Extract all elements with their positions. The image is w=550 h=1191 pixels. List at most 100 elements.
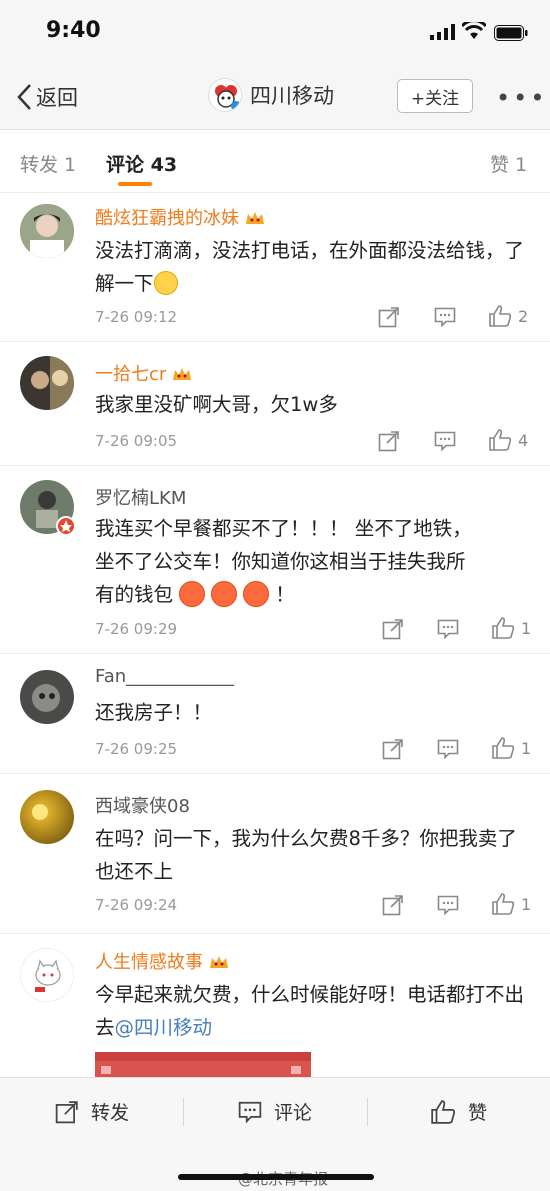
comment-author[interactable]: 人生情感故事: [95, 948, 229, 974]
share-button[interactable]: [382, 618, 404, 640]
angry-emoji-icon: [211, 581, 238, 607]
comment-item: 罗忆楠LKM 我连买个早餐都买不了！！！ 坐不了地铁， 坐不了公交车！你知道你这…: [0, 466, 550, 654]
share-button[interactable]: [378, 306, 400, 328]
comment-text: 在吗？问一下，我为什么欠费8千多？你把我卖了也还不上: [95, 827, 517, 883]
reply-button[interactable]: [437, 895, 459, 915]
reply-button[interactable]: [434, 431, 456, 451]
comment-text: 没法打滴滴，没法打电话，在外面都没法给钱，了解一下: [95, 239, 525, 295]
comment-author[interactable]: Fan____________: [95, 666, 234, 687]
comment-time: 7-26 09:24: [95, 896, 178, 914]
avatar[interactable]: [20, 204, 74, 258]
like-count: 4: [518, 430, 529, 450]
share-button[interactable]: [378, 430, 400, 452]
comment-text: 还我房子！！: [95, 701, 213, 724]
like-button[interactable]: 1: [491, 893, 531, 915]
battery-icon: [494, 25, 528, 41]
avatar[interactable]: [20, 356, 74, 410]
thumbs-up-icon: [492, 893, 515, 915]
comment-time: 7-26 09:05: [95, 432, 178, 450]
comment-label: 评论: [274, 1102, 313, 1124]
like-count: 1: [521, 618, 532, 638]
repost-button[interactable]: 转发: [55, 1098, 129, 1125]
account-logo: [208, 78, 242, 112]
comment-text: 我连买个早餐都买不了！！！ 坐不了地铁， 坐不了公交车！你知道你这相当于挂失我所…: [95, 517, 472, 607]
comment-icon: [238, 1101, 262, 1123]
like-label: 赞: [468, 1102, 488, 1124]
home-indicator[interactable]: [178, 1174, 374, 1180]
more-options-icon[interactable]: •••: [496, 84, 547, 112]
share-button[interactable]: [382, 894, 404, 916]
thumbs-up-icon: [492, 617, 515, 639]
angry-emoji-icon: [243, 581, 270, 607]
nav-bar: 返回 四川移动 +关注 •••: [0, 62, 550, 130]
smile-emoji-icon: [153, 271, 178, 295]
comment-time: 7-26 09:12: [95, 308, 178, 326]
share-button[interactable]: [382, 738, 404, 760]
bottom-action-bar: 转发 评论 赞 @北京青年报: [0, 1077, 550, 1191]
share-icon: [382, 895, 403, 916]
like-button[interactable]: 1: [491, 617, 531, 639]
comment-item: 酷炫狂霸拽的冰妹 没法打滴滴，没法打电话，在外面都没法给钱，了解一下 7-26 …: [0, 194, 550, 342]
like-count: 2: [518, 306, 529, 326]
share-icon: [55, 1100, 78, 1123]
crown-badge-icon: [246, 212, 264, 224]
follow-button[interactable]: +关注: [397, 79, 473, 113]
reply-button[interactable]: [434, 307, 456, 327]
avatar[interactable]: [20, 480, 76, 536]
comment-text: 今早起来就欠费，什么时候能好呀！电话都打不出去@四川移动: [95, 983, 525, 1039]
like-count: 1: [521, 738, 532, 758]
comment-icon: [434, 431, 456, 451]
status-bar: 9:40: [0, 0, 550, 62]
comment-author[interactable]: 西域豪侠08: [95, 792, 190, 818]
like-button[interactable]: 2: [488, 305, 528, 327]
comment-time: 7-26 09:25: [95, 740, 178, 758]
chevron-left-icon: [17, 84, 31, 110]
tab-bar: 转发 1 评论 43 赞 1: [0, 130, 550, 193]
comment-icon: [437, 895, 459, 915]
comment-author[interactable]: 酷炫狂霸拽的冰妹: [95, 204, 265, 230]
comment-text: 我家里没矿啊大哥，欠1w多: [95, 393, 338, 416]
crown-badge-icon: [210, 956, 228, 968]
comment-icon: [437, 619, 459, 639]
mention-link[interactable]: @四川移动: [115, 1016, 213, 1039]
share-icon: [378, 307, 399, 328]
like-count: 1: [521, 894, 532, 914]
back-button[interactable]: 返回: [16, 82, 78, 112]
comment-attached-image[interactable]: [95, 1052, 311, 1078]
like-button[interactable]: 4: [488, 429, 528, 451]
share-icon: [378, 431, 399, 452]
like-post-button[interactable]: 赞: [430, 1098, 487, 1125]
comment-author[interactable]: 罗忆楠LKM: [95, 484, 186, 510]
share-icon: [382, 739, 403, 760]
thumbs-up-icon: [489, 305, 512, 327]
tab-repost[interactable]: 转发 1: [20, 150, 76, 177]
comment-item: 一拾七cr 我家里没矿啊大哥，欠1w多 7-26 09:05 4: [0, 342, 550, 466]
tab-likes[interactable]: 赞 1: [490, 150, 527, 177]
thumbs-up-icon: [431, 1099, 456, 1124]
repost-label: 转发: [91, 1102, 130, 1124]
like-button[interactable]: 1: [491, 737, 531, 759]
thumbs-up-icon: [489, 429, 512, 451]
wifi-icon: [462, 22, 486, 39]
tab-comments[interactable]: 评论 43: [106, 150, 177, 177]
comment-time: 7-26 09:29: [95, 620, 178, 638]
cellular-signal-icon: [430, 24, 455, 40]
tab-active-indicator: [118, 182, 152, 186]
comment-author[interactable]: 一拾七cr: [95, 360, 192, 386]
status-time: 9:40: [46, 18, 101, 43]
reply-button[interactable]: [437, 739, 459, 759]
thumbs-up-icon: [492, 737, 515, 759]
comment-button[interactable]: 评论: [238, 1098, 312, 1125]
avatar[interactable]: [20, 790, 74, 844]
crown-badge-icon: [173, 368, 192, 380]
comment-icon: [437, 739, 459, 759]
account-header: 四川移动: [208, 78, 334, 112]
nav-title: 四川移动: [250, 84, 334, 108]
comment-icon: [434, 307, 456, 327]
comment-item: Fan____________ 还我房子！！ 7-26 09:25 1: [0, 654, 550, 774]
divider: [183, 1098, 184, 1126]
angry-emoji-icon: [179, 581, 206, 607]
reply-button[interactable]: [437, 619, 459, 639]
avatar[interactable]: [20, 670, 74, 724]
avatar[interactable]: [20, 948, 74, 1002]
